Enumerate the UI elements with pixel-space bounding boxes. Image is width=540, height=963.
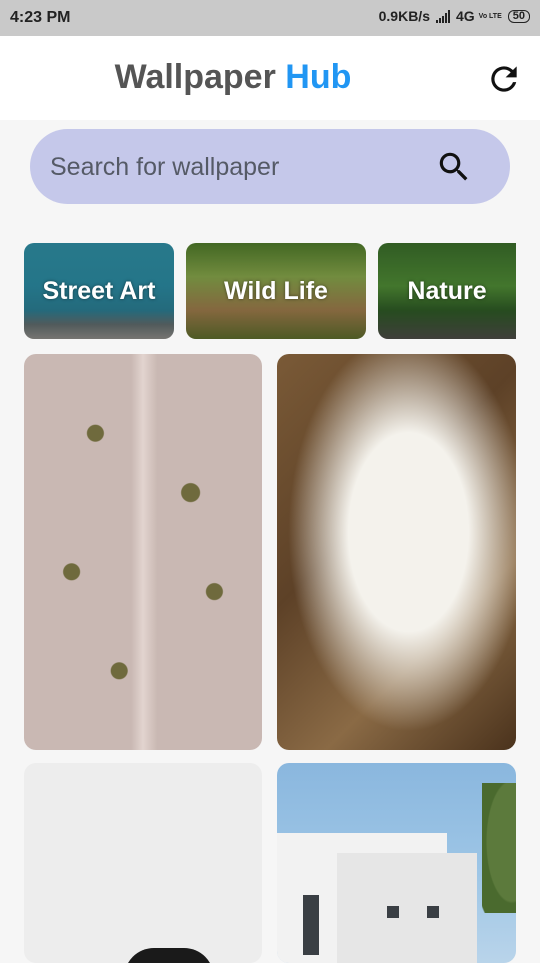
network-type: 4G bbox=[455, 8, 475, 24]
category-street-art[interactable]: Street Art bbox=[24, 243, 174, 339]
status-icons: 0.9KB/s 4G Vo LTE 50 bbox=[379, 8, 530, 24]
building-door bbox=[303, 895, 319, 955]
app-bar: Wallpaper Hub bbox=[0, 36, 540, 120]
volte-icon: Vo LTE bbox=[478, 12, 502, 20]
search-icon[interactable] bbox=[435, 148, 473, 186]
wallpaper-object bbox=[124, 948, 214, 963]
battery-icon: 50 bbox=[507, 9, 530, 23]
wallpaper-tile-white-buildings[interactable] bbox=[277, 763, 516, 963]
category-label: Wild Life bbox=[224, 277, 328, 305]
tree bbox=[482, 783, 516, 913]
network-speed: 0.9KB/s bbox=[378, 8, 430, 24]
category-wild-life[interactable]: Wild Life bbox=[186, 243, 366, 339]
wallpaper-tile-white-minimal[interactable] bbox=[24, 763, 262, 963]
wallpaper-tile-aerial-desert[interactable] bbox=[24, 354, 262, 750]
search-input[interactable] bbox=[48, 129, 432, 206]
category-nature[interactable]: Nature bbox=[378, 243, 516, 339]
signal-icon bbox=[435, 9, 450, 23]
category-label: Street Art bbox=[42, 277, 156, 305]
building-window bbox=[427, 906, 439, 918]
app-title: Wallpaper Hub bbox=[0, 58, 466, 97]
wallpaper-tile-man-in-white[interactable] bbox=[277, 354, 516, 750]
building-window bbox=[387, 906, 399, 918]
status-bar: 4:23 PM 0.9KB/s 4G Vo LTE 50 bbox=[0, 0, 540, 36]
search-bar bbox=[30, 129, 510, 206]
building bbox=[337, 853, 477, 963]
refresh-icon[interactable] bbox=[485, 60, 523, 98]
app-title-wallpaper: Wallpaper bbox=[114, 58, 276, 96]
category-label: Nature bbox=[407, 277, 487, 305]
app-title-hub: Hub bbox=[285, 58, 352, 96]
status-time: 4:23 PM bbox=[10, 9, 71, 26]
